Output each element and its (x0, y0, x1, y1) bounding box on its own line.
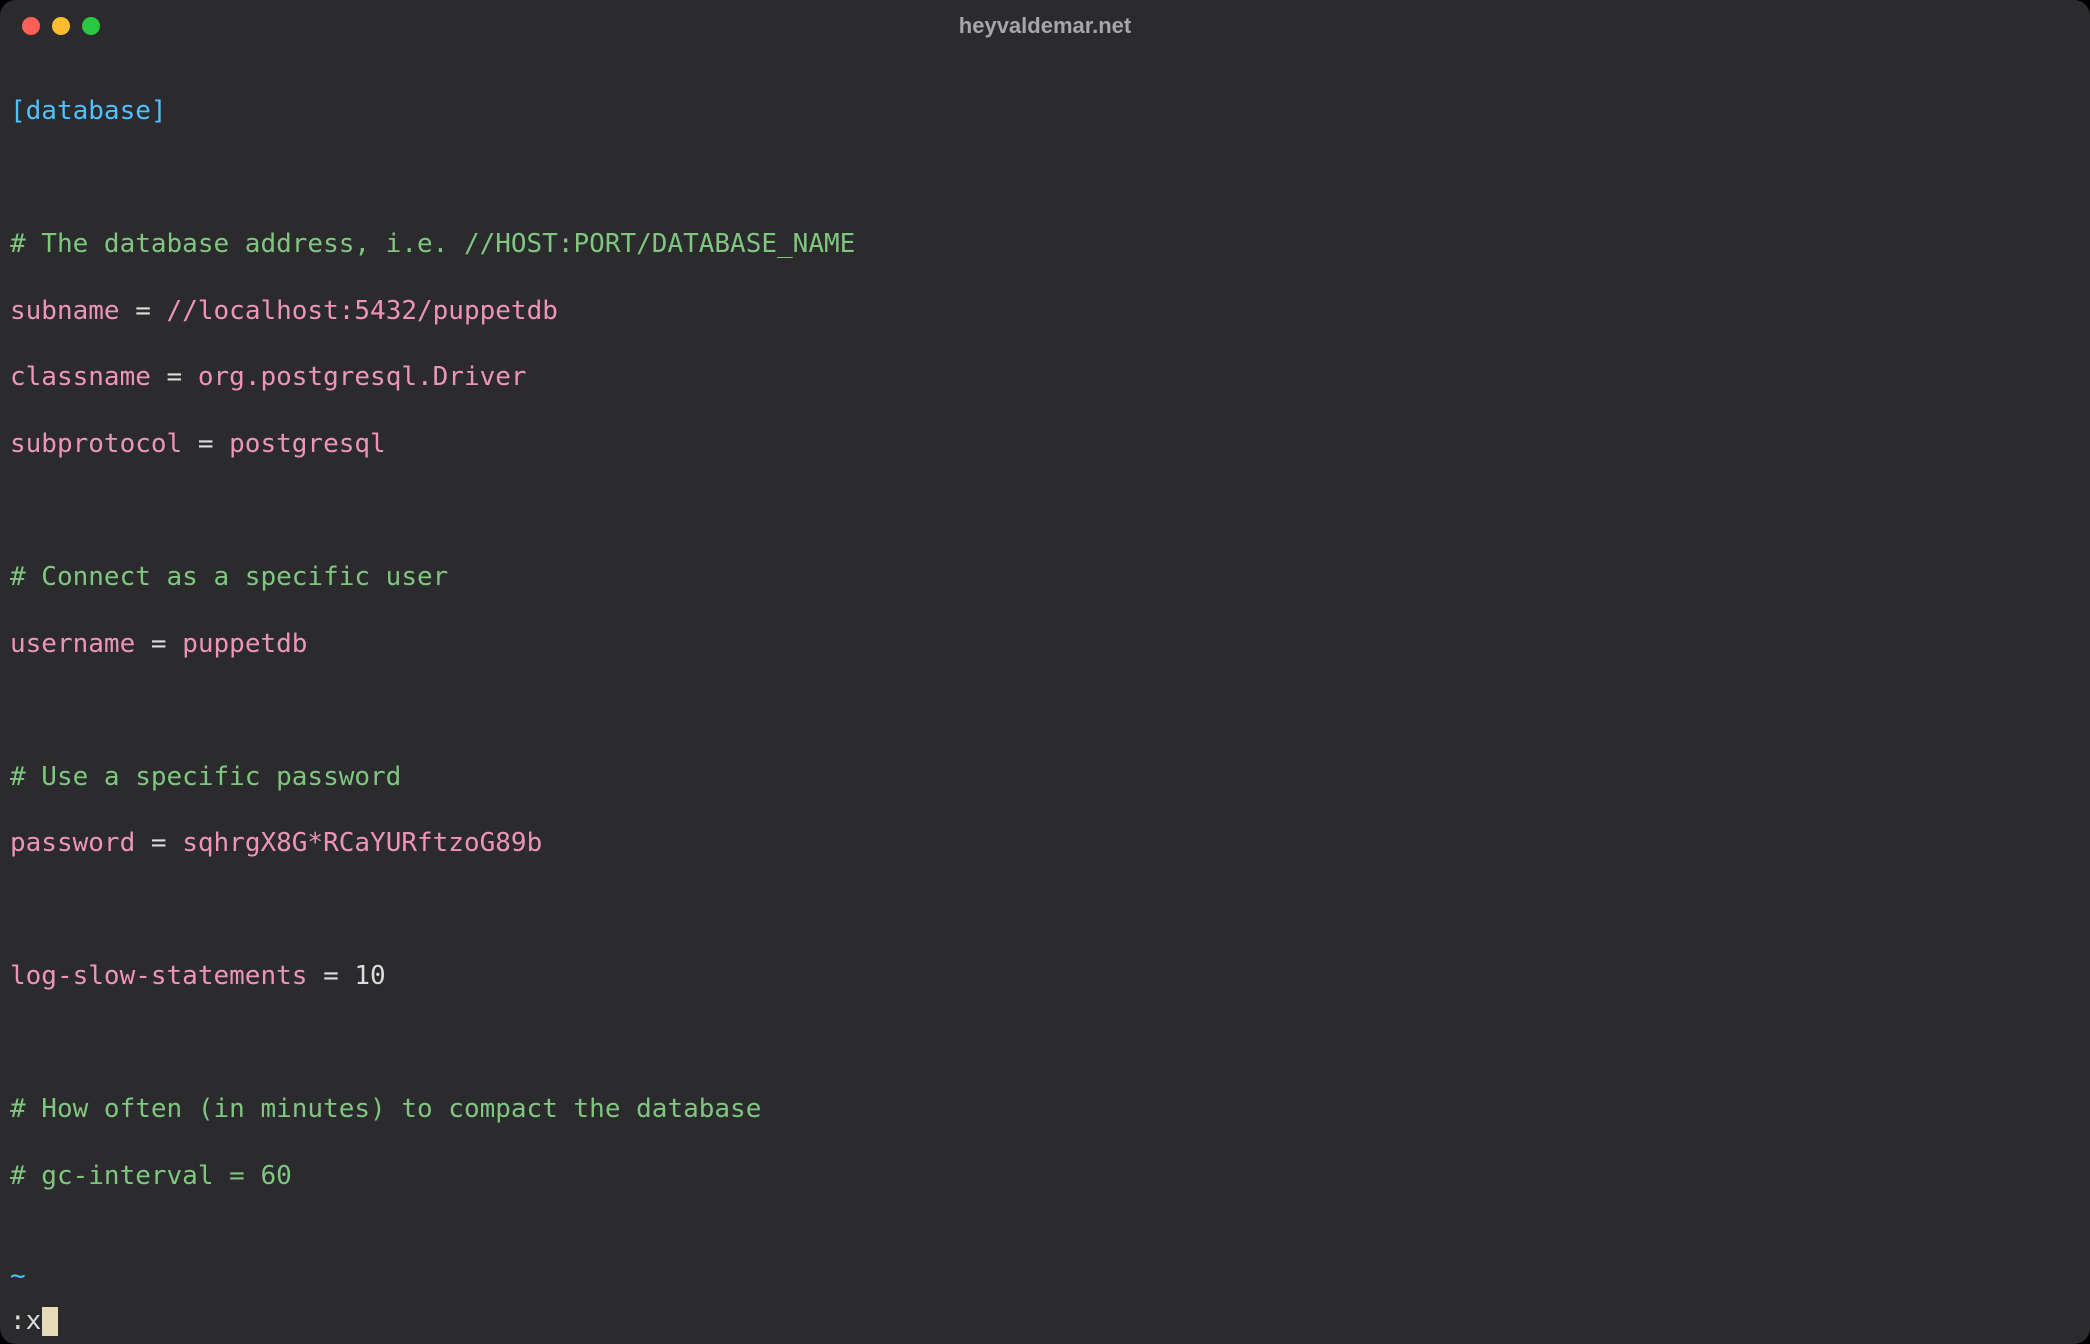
val-username: puppetdb (182, 629, 307, 659)
eq: = (135, 828, 182, 858)
empty-line-tilde: ~ (10, 1293, 2080, 1305)
key-username: username (10, 629, 135, 659)
eq: = (135, 629, 182, 659)
comment-address: # The database address, i.e. //HOST:PORT… (10, 229, 855, 259)
eq: = (120, 296, 167, 326)
editor-content: [database] # The database address, i.e. … (10, 62, 2080, 1260)
key-logslow: log-slow-statements (10, 961, 307, 991)
comment-password: # Use a specific password (10, 762, 401, 792)
command-line[interactable]: :x (10, 1305, 2080, 1338)
comment-user: # Connect as a specific user (10, 562, 448, 592)
key-subname: subname (10, 296, 120, 326)
eq: = (307, 961, 354, 991)
eq: = (151, 362, 198, 392)
val-subprotocol: postgresql (229, 429, 386, 459)
val-classname: org.postgresql.Driver (198, 362, 527, 392)
titlebar: heyvaldemar.net (0, 0, 2090, 52)
key-password: password (10, 828, 135, 858)
val-logslow: 10 (354, 961, 385, 991)
val-password: sqhrgX8G*RCaYURftzoG89b (182, 828, 542, 858)
comment-gc: # gc-interval = 60 (10, 1161, 292, 1191)
minimize-icon[interactable] (52, 17, 70, 35)
window-title: heyvaldemar.net (959, 13, 1131, 39)
eq: = (182, 429, 229, 459)
section-header: [database] (10, 96, 167, 126)
vim-command: :x (10, 1305, 41, 1338)
maximize-icon[interactable] (82, 17, 100, 35)
terminal-window: heyvaldemar.net [database] # The databas… (0, 0, 2090, 1344)
terminal-body[interactable]: [database] # The database address, i.e. … (0, 52, 2090, 1344)
close-icon[interactable] (22, 17, 40, 35)
cursor-icon (42, 1307, 58, 1336)
empty-lines: ~~~~~~~~~~~~~~~~~ (10, 1260, 2080, 1305)
comment-compact: # How often (in minutes) to compact the … (10, 1094, 761, 1124)
empty-line-tilde: ~ (10, 1260, 2080, 1293)
key-classname: classname (10, 362, 151, 392)
key-subprotocol: subprotocol (10, 429, 182, 459)
val-subname: //localhost:5432/puppetdb (167, 296, 558, 326)
traffic-lights (0, 17, 100, 35)
